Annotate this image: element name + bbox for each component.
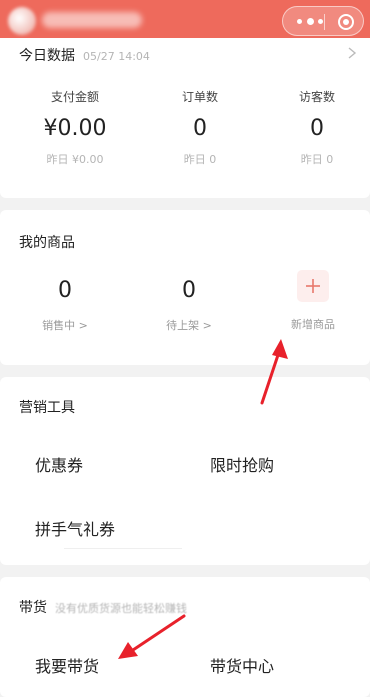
products-on-sale[interactable]: 0 销售中 > [10, 278, 120, 333]
shop-name-blurred [42, 12, 142, 28]
stat-orders: 订单数 0 昨日 0 [145, 88, 255, 167]
daihuo-center-button[interactable]: 带货中心 [210, 653, 274, 677]
more-dots-icon[interactable] [297, 15, 323, 27]
stat-payment-label: 支付金额 [50, 90, 99, 104]
divider [64, 548, 182, 549]
add-product-label-wrap[interactable]: 新增商品 [258, 316, 368, 332]
stat-orders-label: 订单数 [181, 90, 218, 104]
capsule-divider [324, 14, 325, 30]
today-timestamp: 05/27 14:04 [83, 50, 150, 63]
tool-flash-sale[interactable]: 限时抢购 [210, 452, 274, 476]
daihuo-hint: 没有优质货源也能轻松赚钱 [55, 602, 187, 615]
add-product-button[interactable] [297, 270, 329, 302]
marketing-tools-card: 营销工具 优惠券 限时抢购 拼手气礼券 [0, 377, 370, 565]
stat-payment: 支付金额 ¥0.00 昨日 ¥0.00 [20, 88, 130, 167]
today-title: 今日数据 05/27 14:04 [19, 48, 150, 64]
stat-payment-value: ¥0.00 [43, 116, 107, 141]
today-data-card[interactable]: 今日数据 05/27 14:04 支付金额 ¥0.00 昨日 ¥0.00 订单数 … [0, 38, 370, 198]
add-product-label[interactable]: 新增商品 [258, 316, 368, 332]
stat-visitors-yesterday: 昨日 0 [300, 153, 334, 166]
pending-count: 0 [182, 278, 196, 303]
tool-coupon[interactable]: 优惠券 [35, 452, 83, 476]
daihuo-card: 带货 没有优质货源也能轻松赚钱 我要带货 带货中心 [0, 577, 370, 697]
stat-payment-yesterday: 昨日 ¥0.00 [46, 153, 104, 166]
stat-visitors-label: 访客数 [298, 90, 335, 104]
daihuo-title: 带货 没有优质货源也能轻松赚钱 [19, 600, 187, 616]
stat-orders-value: 0 [193, 116, 207, 141]
avatar-icon[interactable] [8, 7, 36, 35]
tool-lucky-coupon[interactable]: 拼手气礼券 [35, 516, 115, 540]
marketing-title: 营销工具 [19, 400, 75, 416]
on-sale-count: 0 [58, 278, 72, 303]
stat-orders-yesterday: 昨日 0 [183, 153, 217, 166]
target-icon[interactable] [337, 13, 355, 31]
i-want-daihuo-button[interactable]: 我要带货 [35, 653, 99, 677]
miniprogram-capsule [282, 6, 364, 36]
pending-link[interactable]: 待上架 > [134, 317, 244, 333]
chevron-right-icon[interactable] [346, 46, 358, 60]
my-products-card: 我的商品 0 销售中 > 0 待上架 > 新增商品 [0, 210, 370, 365]
plus-icon [306, 279, 320, 293]
stat-visitors: 访客数 0 昨日 0 [262, 88, 370, 167]
products-pending[interactable]: 0 待上架 > [134, 278, 244, 333]
on-sale-link[interactable]: 销售中 > [10, 317, 120, 333]
stat-visitors-value: 0 [310, 116, 324, 141]
products-title: 我的商品 [19, 235, 75, 251]
